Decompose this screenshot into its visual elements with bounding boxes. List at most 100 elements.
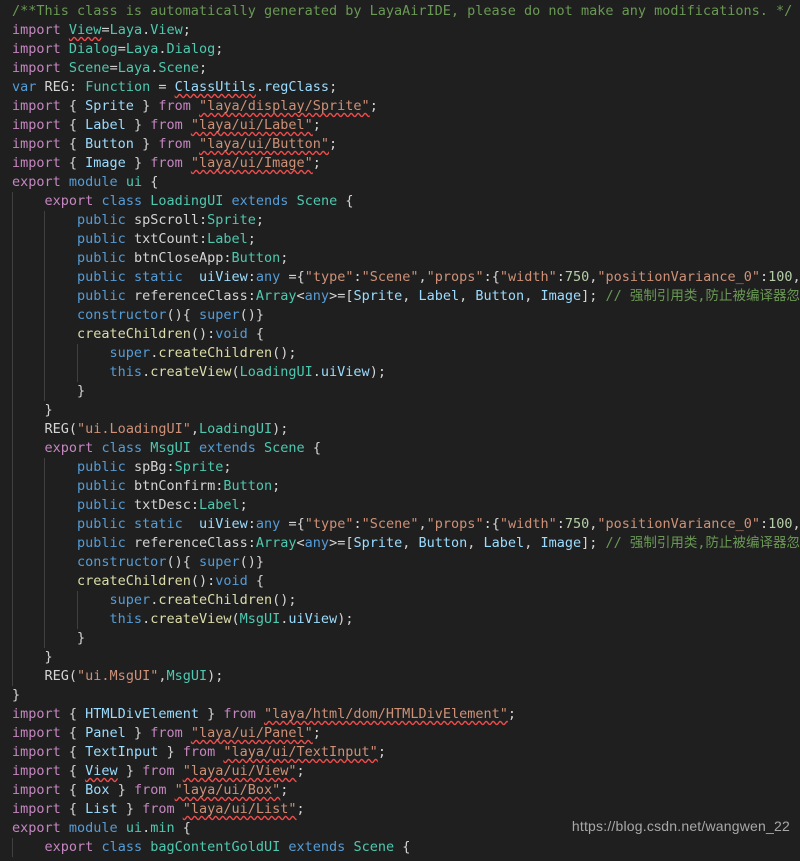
code-line[interactable]: } xyxy=(0,382,800,401)
code-line[interactable]: REG("ui.MsgUI",MsgUI); xyxy=(0,667,800,686)
code-content[interactable]: /**This class is automatically generated… xyxy=(0,0,800,857)
indent-guide xyxy=(44,325,46,344)
code-token: from xyxy=(182,744,216,760)
code-line[interactable]: import View=Laya.View; xyxy=(0,21,800,40)
indent-guide xyxy=(12,420,13,439)
code-line[interactable]: var REG: Function = ClassUtils.regClass; xyxy=(0,78,800,97)
code-line[interactable]: public btnCloseApp:Button; xyxy=(0,249,800,268)
code-line[interactable]: export class bagContentGoldUI extends Sc… xyxy=(0,838,800,857)
code-token: HTMLDivElement xyxy=(85,706,199,722)
code-token: constructor xyxy=(77,307,167,323)
code-token: Label xyxy=(418,288,460,304)
code-line[interactable]: export class LoadingUI extends Scene { xyxy=(0,192,800,211)
code-line[interactable]: constructor(){ super()} xyxy=(0,306,800,325)
code-token: (); xyxy=(272,592,297,608)
code-line[interactable]: super.createChildren(); xyxy=(0,591,800,610)
code-token: extends xyxy=(288,839,346,855)
code-token: } xyxy=(12,630,86,646)
code-token: "laya/ui/Image" xyxy=(190,155,313,171)
code-line[interactable]: } xyxy=(0,401,800,420)
code-line[interactable]: super.createChildren(); xyxy=(0,344,800,363)
code-token: ( xyxy=(68,421,78,437)
code-token: , xyxy=(418,516,427,532)
code-token: extends xyxy=(231,193,289,209)
code-line[interactable]: } xyxy=(0,648,800,667)
code-line[interactable]: public referenceClass:Array<any>=[Sprite… xyxy=(0,534,800,553)
code-token: Function xyxy=(85,79,151,95)
code-line[interactable]: export module ui { xyxy=(0,173,800,192)
code-token: // 强制引用类,防止被编译器忽略 xyxy=(605,288,800,304)
indent-guide xyxy=(44,591,46,610)
code-line[interactable]: import { View } from "laya/ui/View"; xyxy=(0,762,800,781)
code-token: ; xyxy=(507,706,516,722)
code-token: . xyxy=(312,364,321,380)
code-line[interactable]: } xyxy=(0,629,800,648)
code-line[interactable]: import { Image } from "laya/ui/Image"; xyxy=(0,154,800,173)
code-token: this xyxy=(109,611,143,627)
code-line[interactable]: } xyxy=(0,686,800,705)
code-token: 100 xyxy=(768,269,793,285)
code-line[interactable]: import { Button } from "laya/ui/Button"; xyxy=(0,135,800,154)
code-token: class xyxy=(101,440,143,456)
code-line[interactable]: this.createView(LoadingUI.uiView); xyxy=(0,363,800,382)
code-line[interactable]: import { HTMLDivElement } from "laya/htm… xyxy=(0,705,800,724)
code-token: var xyxy=(12,79,37,95)
code-line[interactable]: import { TextInput } from "laya/ui/TextI… xyxy=(0,743,800,762)
code-token: , xyxy=(524,535,541,551)
code-line[interactable]: import { Panel } from "laya/ui/Panel"; xyxy=(0,724,800,743)
code-line[interactable]: this.createView(MsgUI.uiView); xyxy=(0,610,800,629)
code-editor[interactable]: /**This class is automatically generated… xyxy=(0,0,800,861)
code-token: "width" xyxy=(499,516,557,532)
code-line[interactable]: public txtDesc:Label; xyxy=(0,496,800,515)
code-token: , xyxy=(792,516,800,532)
code-token: btnCloseApp xyxy=(133,250,224,266)
code-token: } xyxy=(12,649,53,665)
code-token: , xyxy=(402,535,419,551)
code-token: { xyxy=(60,801,86,817)
code-token: ; xyxy=(239,497,248,513)
code-token: Button xyxy=(223,478,273,494)
code-line[interactable]: public spScroll:Sprite; xyxy=(0,211,800,230)
code-line[interactable]: import { Sprite } from "laya/display/Spr… xyxy=(0,97,800,116)
code-token: , xyxy=(459,288,476,304)
code-line[interactable]: import { Box } from "laya/ui/Box"; xyxy=(0,781,800,800)
code-line[interactable]: public referenceClass:Array<any>=[Sprite… xyxy=(0,287,800,306)
code-line[interactable]: createChildren():void { xyxy=(0,572,800,591)
code-line[interactable]: public btnConfirm:Button; xyxy=(0,477,800,496)
code-line[interactable]: public static uiView:any ={"type":"Scene… xyxy=(0,515,800,534)
code-token: ; xyxy=(296,801,305,817)
indent-guide xyxy=(44,382,46,401)
code-line[interactable]: import Dialog=Laya.Dialog; xyxy=(0,40,800,59)
code-token: ( xyxy=(68,668,78,684)
code-token: } xyxy=(158,744,183,760)
code-token: Scene xyxy=(264,440,305,456)
code-token: Array xyxy=(255,288,297,304)
code-token: } xyxy=(117,763,143,779)
code-line[interactable]: createChildren():void { xyxy=(0,325,800,344)
code-line[interactable]: import { List } from "laya/ui/List"; xyxy=(0,800,800,819)
indent-guide xyxy=(12,610,13,629)
code-token: super xyxy=(198,307,240,323)
code-line[interactable]: public static uiView:any ={"type":"Scene… xyxy=(0,268,800,287)
code-token: public xyxy=(77,250,126,266)
code-line[interactable]: import { Label } from "laya/ui/Label"; xyxy=(0,116,800,135)
code-token: referenceClass xyxy=(133,288,248,304)
code-line[interactable]: export class MsgUI extends Scene { xyxy=(0,439,800,458)
indent-guide xyxy=(12,667,13,686)
code-line[interactable]: import Scene=Laya.Scene; xyxy=(0,59,800,78)
code-token: createChildren xyxy=(77,326,191,342)
code-line[interactable]: /**This class is automatically generated… xyxy=(0,2,800,21)
code-line[interactable]: REG("ui.LoadingUI",LoadingUI); xyxy=(0,420,800,439)
code-line[interactable]: public spBg:Sprite; xyxy=(0,458,800,477)
code-token: ); xyxy=(337,611,354,627)
code-token: ui xyxy=(125,820,143,836)
code-token: public xyxy=(77,212,126,228)
code-token: = xyxy=(101,22,110,38)
code-line[interactable]: public txtCount:Label; xyxy=(0,230,800,249)
code-line[interactable]: constructor(){ super()} xyxy=(0,553,800,572)
